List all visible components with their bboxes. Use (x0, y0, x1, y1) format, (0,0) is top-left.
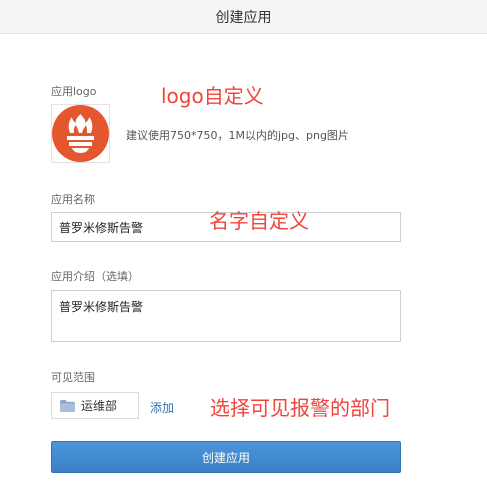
add-department-link[interactable]: 添加 (150, 399, 174, 416)
app-name-label: 应用名称 (51, 193, 95, 206)
create-app-page: 创建应用 应用logo 建议使用750*750，1M以内的jpg、png图片 应… (0, 0, 487, 483)
create-app-button-label: 创建应用 (201, 450, 250, 465)
annotation-logo: logo自定义 (161, 84, 264, 108)
department-tag[interactable]: 运维部 (51, 392, 139, 419)
create-app-button[interactable]: 创建应用 (51, 441, 401, 473)
app-name-value: 普罗米修斯告警 (59, 220, 144, 235)
folder-icon (60, 399, 75, 412)
page-header: 创建应用 (0, 0, 487, 34)
app-intro-value: 普罗米修斯告警 (59, 300, 144, 314)
logo-hint: 建议使用750*750，1M以内的jpg、png图片 (126, 129, 349, 142)
department-name: 运维部 (81, 399, 118, 413)
app-intro-label: 应用介绍（选填） (51, 270, 139, 283)
annotation-department: 选择可见报警的部门 (210, 396, 390, 420)
logo-label: 应用logo (51, 85, 97, 98)
page-title: 创建应用 (215, 9, 272, 26)
annotation-name: 名字自定义 (209, 209, 309, 233)
visibility-label: 可见范围 (51, 371, 95, 384)
logo-upload[interactable] (51, 104, 110, 163)
app-intro-textarea[interactable]: 普罗米修斯告警 (51, 290, 401, 342)
prometheus-flame-icon (52, 105, 109, 162)
